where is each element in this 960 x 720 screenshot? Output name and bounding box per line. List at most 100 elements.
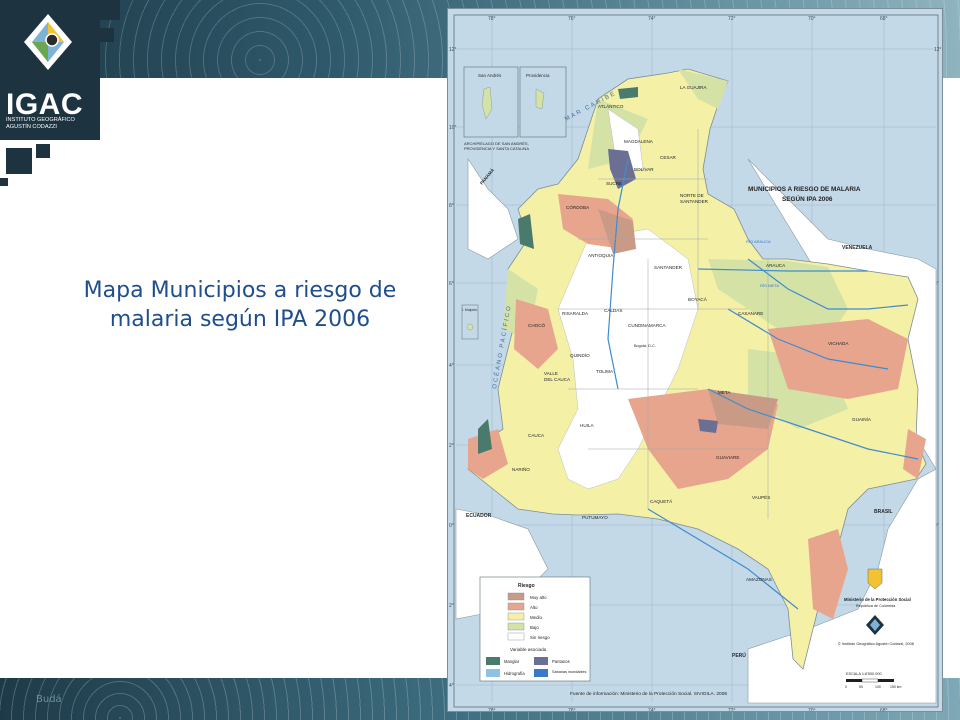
ministry-line1: Ministerio de la Protección Social (844, 597, 911, 602)
legend-label-bajo: Bajo (530, 625, 539, 630)
dept-caldas: CALDAS (604, 308, 622, 313)
tick-right-1: 12° (934, 47, 942, 53)
tick-bottom-4: 72° (728, 708, 736, 712)
legend-swatch-alto (507, 602, 525, 611)
legend-label-medio: Medio (530, 615, 543, 620)
dept-quindio: QUINDÍO (570, 352, 590, 358)
map-source: Fuente de información: Ministerio de la … (570, 691, 727, 697)
dept-cundinamarca: CUNDINAMARCA (628, 323, 666, 328)
logo-square-1 (100, 0, 120, 20)
dept-vichada: VICHADA (828, 341, 849, 346)
dept-amazonas: AMAZONAS (746, 577, 772, 582)
legend-swatch-hidrografia (486, 669, 500, 677)
tick-bottom-1: 78° (488, 708, 496, 712)
inset-providencia-label: Providencia (526, 73, 550, 78)
logo-square-2 (100, 28, 114, 42)
tick-bottom-6: 68° (880, 708, 888, 712)
logo-square-5 (0, 178, 8, 186)
dept-arauca: ARAUCA (766, 263, 786, 268)
tick-top-2: 76° (568, 16, 576, 22)
inset-archipelago-line2: PROVIDENCIA Y SANTA CATALINA (464, 146, 529, 151)
tick-left-6: 2° (449, 443, 454, 449)
legend-label-muy-alto: Muy alto (530, 595, 547, 600)
logo-background: IGAC INSTITUTO GEOGRÁFICO AGUSTÍN CODAZZ… (0, 0, 100, 140)
logo-square-3 (6, 148, 32, 174)
dept-caqueta: CAQUETÁ (650, 498, 673, 504)
map-canvas: 78° 76° 74° 72° 70° 68° 78° 76° 74° 72° … (449, 14, 942, 712)
dept-santander: SANTANDER (654, 265, 683, 270)
label-rio-arauca: RÍO ARAUCA (746, 239, 771, 244)
tick-bottom-2: 76° (568, 708, 576, 712)
dept-vaupes: VAUPÉS (752, 494, 770, 500)
logo-subtitle-line2: AGUSTÍN CODAZZI (6, 124, 57, 130)
legend-label-manglar: Manglar (504, 659, 520, 664)
tick-top-1: 78° (488, 16, 496, 22)
legend-title: Riesgo (518, 583, 535, 589)
dept-putumayo: PUTUMAYO (582, 515, 608, 520)
logo-square-4 (36, 144, 50, 158)
dept-meta: META (718, 390, 731, 395)
dept-magdalena: MAGDALENA (624, 139, 654, 144)
legend-swatch-medio (507, 612, 525, 621)
logo-subtitle-line1: INSTITUTO GEOGRÁFICO (6, 117, 75, 123)
label-panama: PANAMÁ (478, 166, 496, 185)
map-legend: Riesgo Muy alto Alto Medio Bajo Sin ries… (479, 576, 591, 682)
footer-faint-text: Budá (36, 694, 62, 705)
label-peru: PERÚ (732, 652, 746, 659)
tick-left-8: 2° (449, 603, 454, 609)
tick-top-4: 72° (728, 16, 736, 22)
inset-san-andres-label: San Andrés (478, 73, 502, 78)
tick-bottom-5: 70° (808, 708, 816, 712)
tick-left-5: 4° (449, 363, 454, 369)
dept-cesar: CESAR (660, 155, 677, 160)
dept-atlantico: ATLÁNTICO (598, 103, 624, 109)
logo-diamond-icon (24, 14, 72, 70)
tick-top-5: 70° (808, 16, 816, 22)
tick-left-2: 10° (449, 125, 457, 131)
tick-bottom-3: 74° (648, 708, 656, 712)
legend-label-sabanas: Sabanas inundables (552, 670, 587, 674)
inset-malpelo: I. Malpelo (461, 304, 479, 340)
tick-left-7: 0° (449, 523, 454, 529)
legend-label-alto: Alto (530, 605, 538, 610)
legend-label-pantanos: Pantanos (552, 659, 570, 664)
dept-risaralda: RISARALDA (562, 311, 589, 316)
dept-bolivar: BOLÍVAR (634, 166, 654, 172)
legend-swatch-bajo (507, 622, 525, 631)
label-rio-meta: RÍO META (760, 283, 779, 288)
dept-norte-santander-2: SANTANDER (680, 199, 709, 204)
inset-malpelo-label: I. Malpelo (462, 308, 477, 312)
dept-tolima: TOLIMA (596, 369, 614, 374)
scale-100: 100 (875, 685, 881, 689)
legend-swatch-pantanos (534, 657, 548, 665)
dept-guainia: GUAINÍA (852, 416, 872, 422)
map-copyright: © Instituto Geográfico Agustín Codazzi, … (838, 642, 914, 646)
legend-label-sin-riesgo: Sin riesgo (530, 635, 550, 640)
dept-cauca: CAUCA (528, 433, 545, 438)
scale-50: 50 (859, 685, 863, 689)
malaria-risk-map: 78° 76° 74° 72° 70° 68° 78° 76° 74° 72° … (447, 8, 943, 712)
tick-top-6: 68° (880, 16, 888, 22)
label-venezuela: VENEZUELA (842, 245, 873, 251)
legend-swatch-sabanas (534, 669, 548, 677)
legend-swatch-muy-alto (507, 592, 525, 601)
inset-archipelago: San Andrés Providencia ARCHIPIÉLAGO DE S… (463, 66, 567, 151)
dept-valle-1: VALLE (544, 371, 558, 376)
label-ecuador: ECUADOR (466, 513, 492, 519)
legend-swatch-sin-riesgo (507, 632, 525, 641)
legend-variable-title: Variable asociada (510, 647, 547, 652)
scale-0: 0 (845, 685, 847, 689)
label-brasil: BRASIL (874, 509, 893, 515)
legend-swatch-manglar (486, 657, 500, 665)
tick-left-3: 8° (449, 203, 454, 209)
tick-top-3: 74° (648, 16, 656, 22)
dept-norte-santander-1: NORTE DE (680, 193, 704, 198)
legend-label-hidrografia: Hidrografía (504, 671, 525, 676)
dept-boyaca: BOYACÁ (688, 296, 708, 302)
tick-left-9: 4° (449, 683, 454, 689)
dept-cordoba: CÓRDOBA (566, 204, 590, 210)
ministry-line2: República de Colombia (856, 604, 896, 608)
slide-title-line2: malaria según IPA 2006 (109, 307, 371, 332)
dept-huila: HUILA (580, 423, 594, 428)
dept-valle-2: DEL CAUCA (544, 377, 571, 382)
